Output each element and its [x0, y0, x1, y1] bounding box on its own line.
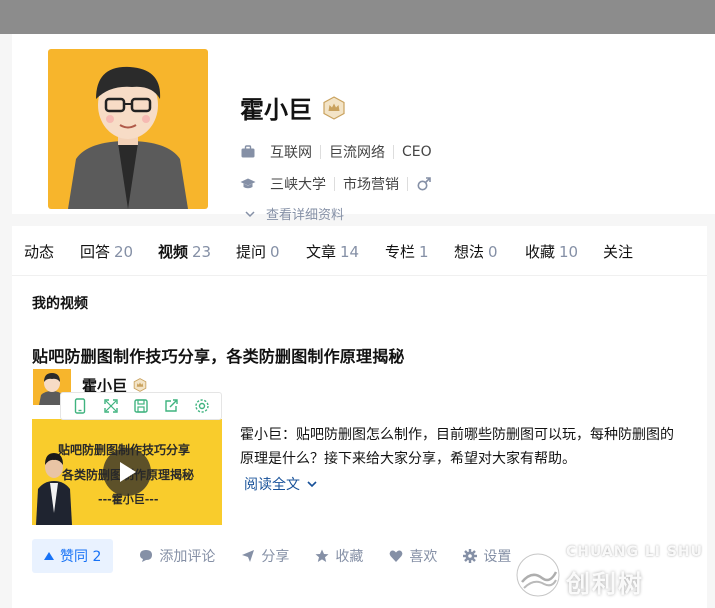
video-title[interactable]: 贴吧防删图制作技巧分享，各类防删图制作原理揭秘	[32, 343, 405, 367]
profile-cover	[0, 0, 715, 34]
profile-avatar[interactable]	[44, 45, 212, 213]
play-icon	[120, 462, 136, 482]
favorite-label: 收藏	[335, 549, 364, 565]
triangle-up-icon	[44, 552, 54, 560]
play-button[interactable]	[103, 448, 151, 496]
work-title: CEO	[402, 144, 432, 160]
tab-questions[interactable]: 提问 0	[236, 241, 280, 262]
add-comment-label: 添加评论	[159, 549, 216, 565]
comment-icon	[140, 550, 153, 562]
add-comment-button[interactable]: 添加评论	[139, 546, 215, 566]
tab-answers[interactable]: 回答 20	[80, 241, 133, 262]
watermark-top-text: CHUANG LI SHU	[566, 544, 704, 560]
watermark-logo	[516, 553, 560, 597]
image-toolbar	[60, 392, 222, 420]
crown-badge-icon	[133, 378, 147, 392]
work-company[interactable]: 巨流网络	[329, 142, 385, 162]
briefcase-icon	[240, 144, 256, 160]
education-major[interactable]: 市场营销	[343, 174, 399, 194]
phone-icon[interactable]	[71, 397, 89, 415]
chevron-down-icon	[245, 210, 255, 217]
settings-label: 设置	[483, 549, 512, 565]
tab-activity[interactable]: 动态	[24, 241, 54, 262]
paper-plane-icon	[242, 550, 255, 562]
read-more-label: 阅读全文	[244, 477, 300, 493]
section-title: 我的视频	[32, 296, 88, 312]
like-button[interactable]: 喜欢	[389, 546, 437, 566]
like-label: 喜欢	[409, 549, 438, 565]
profile-tabs: 动态 回答 20 视频 23 提问 0 文章 14 专栏 1 想法 0 收藏 10 关注	[12, 226, 707, 276]
profile-header: 霍小巨 互联网 巨流网络 CEO 三峡大学 市场营销 查看详细资料	[12, 34, 715, 223]
education-info: 三峡大学 市场营销	[240, 174, 432, 194]
work-info: 互联网 巨流网络 CEO	[240, 142, 432, 162]
settings-button[interactable]: 设置	[463, 546, 511, 566]
expand-icon[interactable]	[102, 397, 120, 415]
watermark-bottom-text: 创利树	[566, 570, 644, 598]
view-details-link[interactable]: 查看详细资料	[244, 204, 344, 223]
tab-columns[interactable]: 专栏 1	[385, 241, 429, 262]
gear-icon	[463, 549, 478, 563]
favorite-button[interactable]: 收藏	[315, 546, 363, 566]
profile-name: 霍小巨	[240, 96, 312, 124]
presenter-figure	[36, 453, 72, 525]
heart-icon	[389, 550, 403, 562]
watermark: CHUANG LI SHU 创利树	[510, 540, 710, 604]
education-school[interactable]: 三峡大学	[270, 174, 326, 194]
share-label: 分享	[261, 549, 290, 565]
settings-icon[interactable]	[193, 397, 211, 415]
tab-thoughts[interactable]: 想法 0	[454, 241, 498, 262]
next-item-title-cutoff	[32, 598, 212, 608]
chevron-down-icon	[307, 481, 317, 488]
avatar-illustration	[68, 66, 188, 209]
star-icon	[315, 549, 329, 562]
video-excerpt: 霍小巨：贴吧防删图怎么制作，目前哪些防删图可以玩，每种防删图的原理是什么？接下来…	[240, 427, 674, 467]
tab-articles[interactable]: 文章 14	[306, 241, 359, 262]
crown-badge-icon[interactable]	[322, 95, 346, 120]
save-icon[interactable]	[132, 397, 150, 415]
share-button[interactable]: 分享	[241, 546, 289, 566]
tab-videos[interactable]: 视频 23	[158, 241, 211, 262]
tab-following[interactable]: 关注	[603, 241, 633, 262]
action-bar: 赞同 2 添加评论 分享 收藏 喜欢 设置	[32, 539, 511, 573]
graduation-cap-icon	[240, 176, 256, 192]
view-details-label: 查看详细资料	[266, 208, 345, 223]
read-more-link[interactable]: 阅读全文	[244, 474, 318, 494]
video-thumbnail[interactable]: 贴吧防删图制作技巧分享 各类防删图制作原理揭秘 ---霍小巨---	[32, 419, 222, 525]
share-out-icon[interactable]	[162, 397, 180, 415]
upvote-button[interactable]: 赞同 2	[32, 539, 114, 573]
upvote-label: 赞同 2	[60, 549, 102, 565]
male-icon	[417, 177, 431, 191]
tab-collections[interactable]: 收藏 10	[525, 241, 578, 262]
work-industry[interactable]: 互联网	[270, 142, 312, 162]
